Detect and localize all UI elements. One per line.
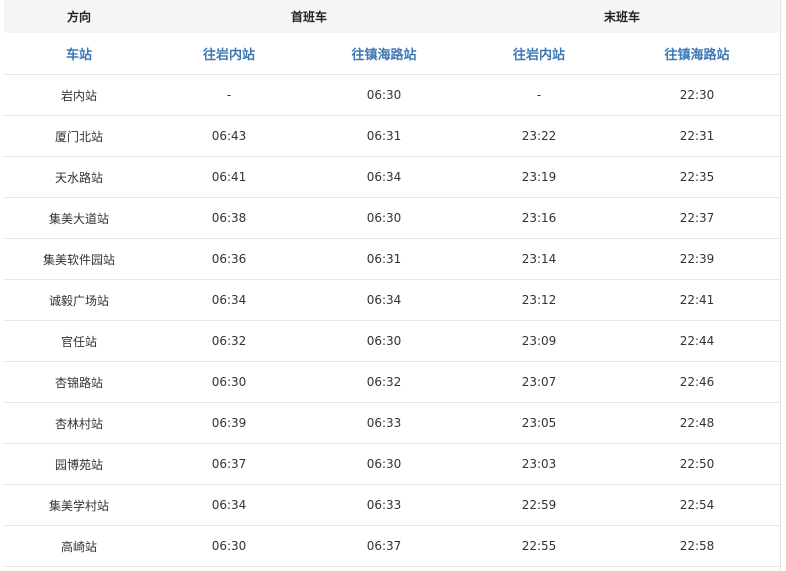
first-to-yannei-cell: 06:41: [154, 156, 304, 198]
table-row: 高崎站 06:30 06:37 22:55 22:58: [4, 525, 781, 567]
first-to-zhenhailu-cell: 06:34: [304, 156, 465, 198]
table-row: 园博苑站 06:37 06:30 23:03 22:50: [4, 443, 781, 485]
last-to-yannei-cell: 23:09: [464, 320, 615, 362]
table-row: 诚毅广场站 06:34 06:34 23:12 22:41: [4, 279, 781, 321]
last-to-yannei-cell: 23:19: [464, 156, 615, 198]
first-to-yannei-cell: 06:37: [154, 443, 304, 485]
last-to-yannei-cell: 22:55: [464, 525, 615, 567]
last-to-yannei-header: 往岩内站: [464, 33, 615, 75]
first-train-header: 首班车: [154, 0, 465, 33]
first-to-zhenhailu-cell: 06:30: [304, 320, 465, 362]
station-cell: 集美软件园站: [4, 238, 154, 280]
station-cell: 集美学村站: [4, 484, 154, 526]
first-to-zhenhailu-cell: 06:30: [304, 197, 465, 239]
last-to-zhenhailu-cell: 22:39: [614, 238, 781, 280]
last-to-yannei-cell: -: [464, 74, 615, 116]
last-to-zhenhailu-header: 往镇海路站: [614, 33, 781, 75]
table-row: 杏锦路站 06:30 06:32 23:07 22:46: [4, 361, 781, 403]
last-to-yannei-cell: 23:16: [464, 197, 615, 239]
last-to-yannei-cell: 23:14: [464, 238, 615, 280]
first-to-yannei-cell: 06:39: [154, 402, 304, 444]
table-row: 岩内站 -06:30-22:30: [4, 74, 781, 116]
timetable-page: 方向 首班车 末班车 车站 往岩内站 往镇海路站 往岩内站 往镇海路站 岩内站 -…: [0, 0, 786, 571]
last-train-header: 末班车: [464, 0, 781, 33]
first-to-zhenhailu-header: 往镇海路站: [304, 33, 465, 75]
subheader-row: 车站 往岩内站 往镇海路站 往岩内站 往镇海路站: [4, 33, 781, 75]
table-row: 集美学村站 06:34 06:33 22:59 22:54: [4, 484, 781, 526]
first-to-yannei-cell: 06:30: [154, 525, 304, 567]
last-to-zhenhailu-cell: 22:50: [614, 443, 781, 485]
direction-header: 方向: [4, 0, 154, 33]
table-row: 天水路站 06:41 06:34 23:19 22:35: [4, 156, 781, 198]
station-cell: 杏林村站: [4, 402, 154, 444]
first-to-zhenhailu-cell: 06:37: [304, 525, 465, 567]
page-edge-border: [780, 0, 781, 571]
last-to-yannei-cell: 23:03: [464, 443, 615, 485]
first-to-zhenhailu-cell: 06:33: [304, 484, 465, 526]
table-row: 杏林村站 06:39 06:33 23:05 22:48: [4, 402, 781, 444]
last-to-zhenhailu-cell: 22:37: [614, 197, 781, 239]
first-to-yannei-cell: 06:34: [154, 279, 304, 321]
first-to-yannei-cell: 06:30: [154, 361, 304, 403]
station-cell: 厦门北站: [4, 115, 154, 157]
station-header: 车站: [4, 33, 154, 75]
table-row: 集美软件园站 06:36 06:31 23:14 22:39: [4, 238, 781, 280]
first-to-yannei-header: 往岩内站: [154, 33, 304, 75]
first-to-yannei-cell: -: [154, 74, 304, 116]
station-cell: 高崎站: [4, 525, 154, 567]
first-to-zhenhailu-cell: 06:31: [304, 238, 465, 280]
first-to-zhenhailu-cell: 06:33: [304, 402, 465, 444]
station-cell: 园博苑站: [4, 443, 154, 485]
station-cell: 岩内站: [4, 74, 154, 116]
last-to-yannei-cell: 23:05: [464, 402, 615, 444]
table-row: 厦门北站 06:43 06:31 23:22 22:31: [4, 115, 781, 157]
last-to-yannei-cell: 23:12: [464, 279, 615, 321]
header-row: 方向 首班车 末班车: [4, 0, 781, 33]
first-to-zhenhailu-cell: 06:30: [304, 443, 465, 485]
first-to-yannei-cell: 06:38: [154, 197, 304, 239]
last-to-zhenhailu-cell: 22:30: [614, 74, 781, 116]
last-to-yannei-cell: 23:22: [464, 115, 615, 157]
station-cell: 天水路站: [4, 156, 154, 198]
last-to-zhenhailu-cell: 22:48: [614, 402, 781, 444]
station-cell: 诚毅广场站: [4, 279, 154, 321]
last-to-zhenhailu-cell: 22:44: [614, 320, 781, 362]
timetable-body: 岩内站 -06:30-22:30 厦门北站 06:43 06:31 23:22 22:31 天…: [4, 74, 781, 567]
last-to-zhenhailu-cell: 22:46: [614, 361, 781, 403]
first-to-yannei-cell: 06:43: [154, 115, 304, 157]
first-to-zhenhailu-cell: 06:34: [304, 279, 465, 321]
first-to-zhenhailu-cell: 06:30: [304, 74, 465, 116]
last-to-zhenhailu-cell: 22:41: [614, 279, 781, 321]
first-to-yannei-cell: 06:34: [154, 484, 304, 526]
first-to-zhenhailu-cell: 06:32: [304, 361, 465, 403]
last-to-zhenhailu-cell: 22:54: [614, 484, 781, 526]
station-cell: 集美大道站: [4, 197, 154, 239]
station-cell: 官任站: [4, 320, 154, 362]
last-to-zhenhailu-cell: 22:35: [614, 156, 781, 198]
first-to-zhenhailu-cell: 06:31: [304, 115, 465, 157]
last-to-yannei-cell: 22:59: [464, 484, 615, 526]
last-to-zhenhailu-cell: 22:58: [614, 525, 781, 567]
last-to-yannei-cell: 23:07: [464, 361, 615, 403]
table-row: 官任站 06:32 06:30 23:09 22:44: [4, 320, 781, 362]
table-row: 集美大道站 06:38 06:30 23:16 22:37: [4, 197, 781, 239]
timetable: 方向 首班车 末班车 车站 往岩内站 往镇海路站 往岩内站 往镇海路站 岩内站 -…: [4, 0, 781, 567]
last-to-zhenhailu-cell: 22:31: [614, 115, 781, 157]
first-to-yannei-cell: 06:36: [154, 238, 304, 280]
first-to-yannei-cell: 06:32: [154, 320, 304, 362]
station-cell: 杏锦路站: [4, 361, 154, 403]
